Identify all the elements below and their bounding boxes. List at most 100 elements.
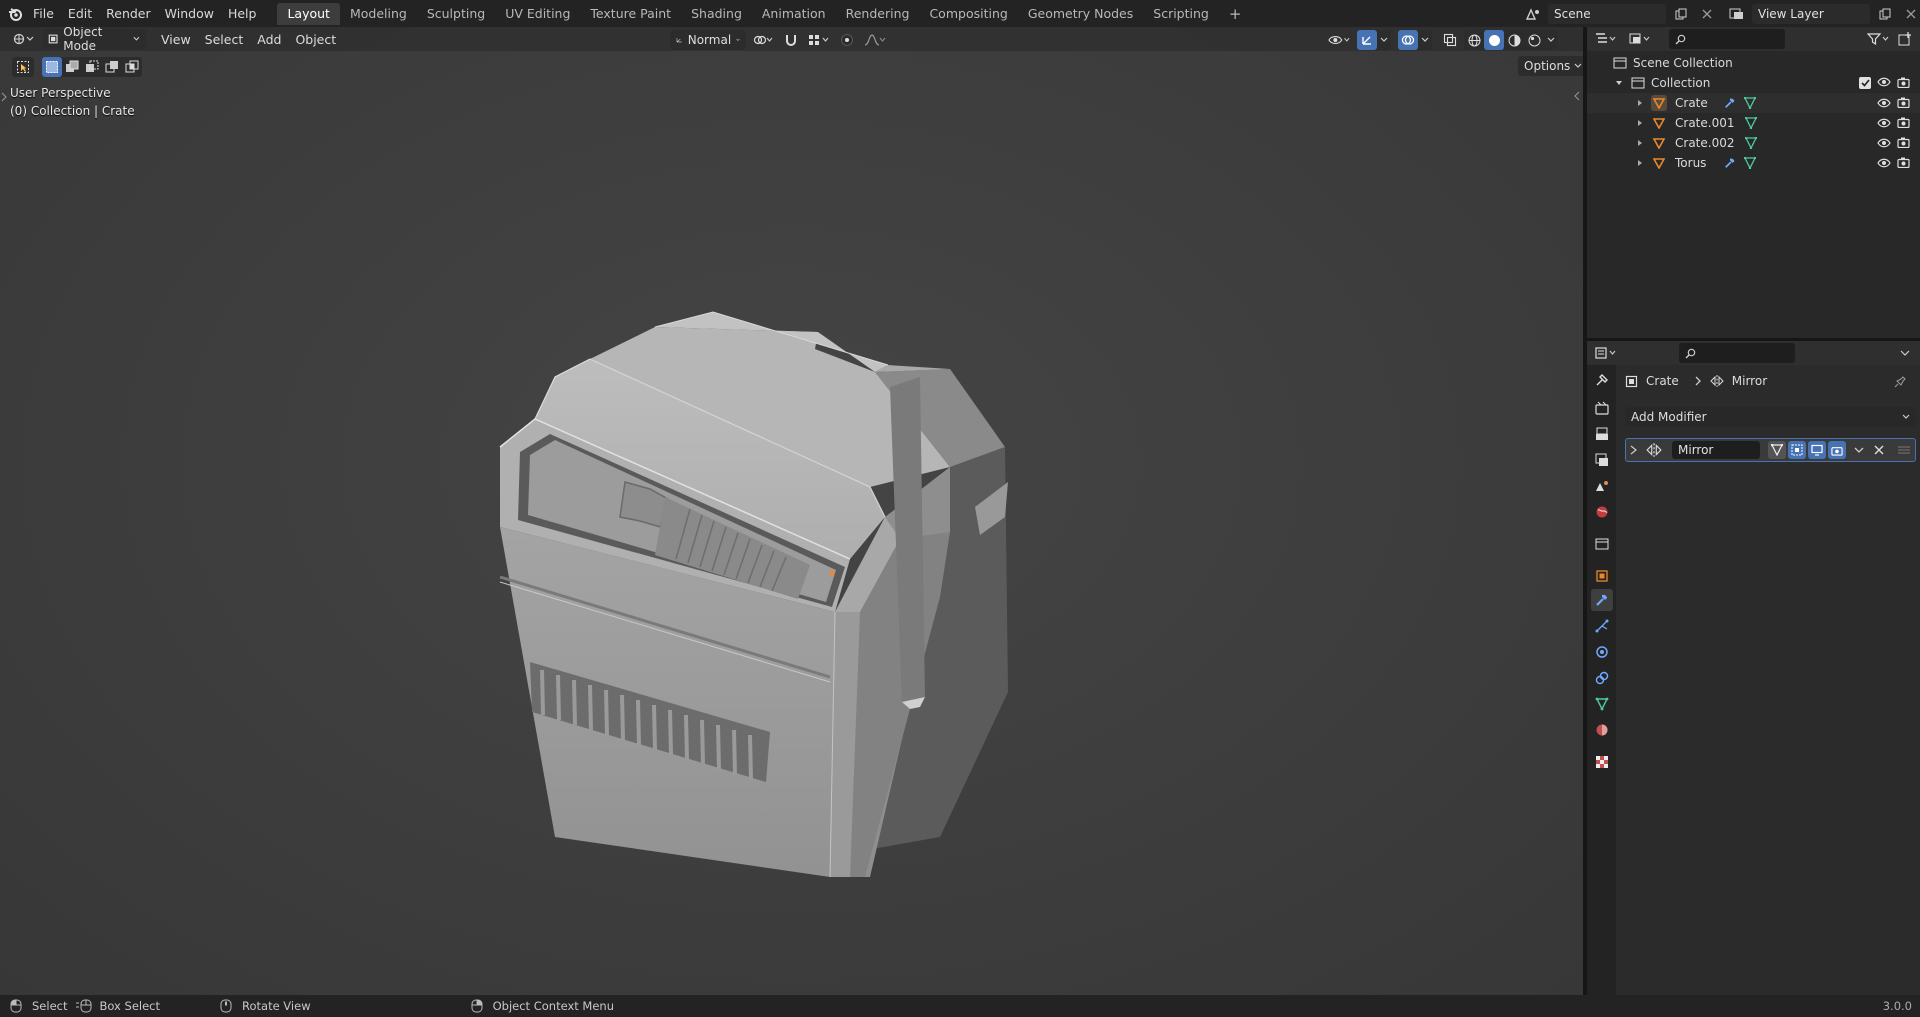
tab-view-layer-icon[interactable]: [1591, 449, 1613, 471]
outliner-row-object[interactable]: Torus: [1587, 153, 1920, 173]
overlay-toggle[interactable]: [1398, 30, 1432, 50]
sidebar-expand-arrow-icon[interactable]: [1574, 91, 1580, 101]
collection-checkbox[interactable]: [1859, 77, 1871, 89]
delete-view-layer-icon[interactable]: [1900, 3, 1920, 25]
expand-right-icon[interactable]: [1630, 445, 1638, 455]
chevron-down-icon[interactable]: [1544, 30, 1558, 50]
gizmo-icon[interactable]: [1357, 30, 1377, 50]
render-toggle-camera-icon[interactable]: [1828, 441, 1846, 459]
tab-animation[interactable]: Animation: [752, 3, 836, 25]
display-mode-icon[interactable]: [1625, 28, 1655, 50]
view-layer-icon[interactable]: [1726, 3, 1748, 25]
viewport-display-toggle-icon[interactable]: [1808, 441, 1826, 459]
modifier-wrench-icon[interactable]: [1724, 97, 1736, 109]
options-dropdown[interactable]: Options: [1518, 56, 1583, 76]
xray-toggle-icon[interactable]: [1439, 29, 1461, 51]
collection-visibility-eye-icon[interactable]: [1877, 77, 1891, 87]
snap-target-icon[interactable]: [808, 29, 830, 51]
menu-edit[interactable]: Edit: [61, 0, 99, 27]
tab-world-icon[interactable]: [1591, 501, 1613, 523]
viewport-menu-view[interactable]: View: [154, 32, 198, 47]
properties-editor-type-icon[interactable]: [1591, 342, 1621, 364]
expand-right-icon[interactable]: [1637, 139, 1643, 147]
expand-right-icon[interactable]: [1637, 99, 1643, 107]
new-view-layer-icon[interactable]: [1874, 3, 1896, 25]
tab-output-icon[interactable]: [1591, 423, 1613, 445]
selection-mode-intersect-icon[interactable]: [122, 57, 142, 77]
tab-layout[interactable]: Layout: [277, 2, 340, 25]
chevron-down-icon[interactable]: [1418, 30, 1432, 50]
mesh-data-icon[interactable]: [1744, 97, 1756, 109]
selection-mode-new-icon[interactable]: [42, 57, 62, 77]
selection-mode-subtract-icon[interactable]: [82, 57, 102, 77]
tab-modifier-icon[interactable]: [1591, 589, 1613, 611]
blender-logo-icon[interactable]: [4, 3, 26, 25]
menu-help[interactable]: Help: [221, 0, 264, 27]
add-workspace-button[interactable]: +: [1219, 3, 1252, 25]
tab-uv-editing[interactable]: UV Editing: [495, 3, 580, 25]
tab-scripting[interactable]: Scripting: [1143, 3, 1219, 25]
add-modifier-dropdown[interactable]: Add Modifier: [1625, 407, 1916, 427]
selection-mode-invert-icon[interactable]: [102, 57, 122, 77]
editor-type-icon[interactable]: [8, 28, 38, 50]
scene-icon[interactable]: [1522, 3, 1544, 25]
scene-selector[interactable]: Scene: [1548, 4, 1666, 24]
filter-icon[interactable]: [1864, 28, 1894, 50]
select-tool-icon[interactable]: [12, 57, 34, 77]
tab-shading[interactable]: Shading: [681, 3, 752, 25]
tab-collection-icon[interactable]: [1591, 533, 1613, 555]
render-camera-icon[interactable]: [1897, 117, 1910, 128]
render-camera-icon[interactable]: [1897, 157, 1910, 168]
new-scene-icon[interactable]: [1670, 3, 1692, 25]
tab-rendering[interactable]: Rendering: [836, 3, 920, 25]
mirror-modifier-panel[interactable]: Mirror: [1625, 438, 1916, 462]
tab-mesh-data-icon[interactable]: [1591, 693, 1613, 715]
mesh-data-icon[interactable]: [1744, 157, 1756, 169]
new-collection-icon[interactable]: [1894, 28, 1916, 50]
tab-geometry-nodes[interactable]: Geometry Nodes: [1018, 3, 1143, 25]
modifier-wrench-icon[interactable]: [1724, 157, 1736, 169]
tab-compositing[interactable]: Compositing: [919, 3, 1017, 25]
falloff-icon[interactable]: [864, 29, 886, 51]
tab-modeling[interactable]: Modeling: [340, 3, 417, 25]
properties-search-input[interactable]: [1679, 343, 1795, 363]
snap-icon[interactable]: [780, 29, 802, 51]
solid-shading-icon[interactable]: [1484, 30, 1504, 50]
toolbar-expand-arrow-icon[interactable]: [1, 92, 7, 102]
tab-physics-icon[interactable]: [1591, 641, 1613, 663]
viewport-menu-add[interactable]: Add: [250, 32, 288, 47]
pivot-point-icon[interactable]: [752, 29, 774, 51]
drag-handle-icon[interactable]: [1897, 445, 1911, 455]
tab-sculpting[interactable]: Sculpting: [417, 3, 495, 25]
visibility-filter-icon[interactable]: [1328, 29, 1350, 51]
mesh-data-icon[interactable]: [1745, 137, 1757, 149]
tab-scene-icon[interactable]: [1591, 475, 1613, 497]
edit-mode-cage-icon[interactable]: [1768, 441, 1786, 459]
expand-down-icon[interactable]: [1615, 79, 1623, 87]
expand-right-icon[interactable]: [1637, 119, 1643, 127]
outliner-row-object[interactable]: Crate.002: [1587, 133, 1920, 153]
outliner-row-collection[interactable]: Collection: [1587, 73, 1920, 93]
transform-orientation-selector[interactable]: Normal: [670, 30, 746, 50]
view-layer-selector[interactable]: View Layer: [1752, 4, 1870, 24]
viewport-menu-object[interactable]: Object: [288, 32, 343, 47]
collection-render-camera-icon[interactable]: [1897, 77, 1910, 88]
tab-material-icon[interactable]: [1591, 719, 1613, 741]
tab-render-icon[interactable]: [1591, 397, 1613, 419]
expand-right-icon[interactable]: [1637, 159, 1643, 167]
rendered-shading-icon[interactable]: [1524, 30, 1544, 50]
tab-particles-icon[interactable]: [1591, 615, 1613, 637]
3d-viewport[interactable]: Object Mode View Select Add Object Norma…: [0, 27, 1583, 995]
gizmo-toggle[interactable]: [1357, 30, 1391, 50]
viewport-menu-select[interactable]: Select: [198, 32, 251, 47]
menu-file[interactable]: File: [26, 0, 61, 27]
menu-render[interactable]: Render: [99, 0, 158, 27]
outliner-row-object[interactable]: Crate: [1587, 93, 1920, 113]
visibility-eye-icon[interactable]: [1877, 158, 1891, 168]
wireframe-shading-icon[interactable]: [1464, 30, 1484, 50]
menu-window[interactable]: Window: [158, 0, 221, 27]
pin-icon[interactable]: [1894, 375, 1907, 388]
mode-selector[interactable]: Object Mode: [42, 27, 146, 53]
modifier-menu-chevron-icon[interactable]: [1854, 447, 1864, 453]
tab-tool-icon[interactable]: [1591, 369, 1613, 391]
